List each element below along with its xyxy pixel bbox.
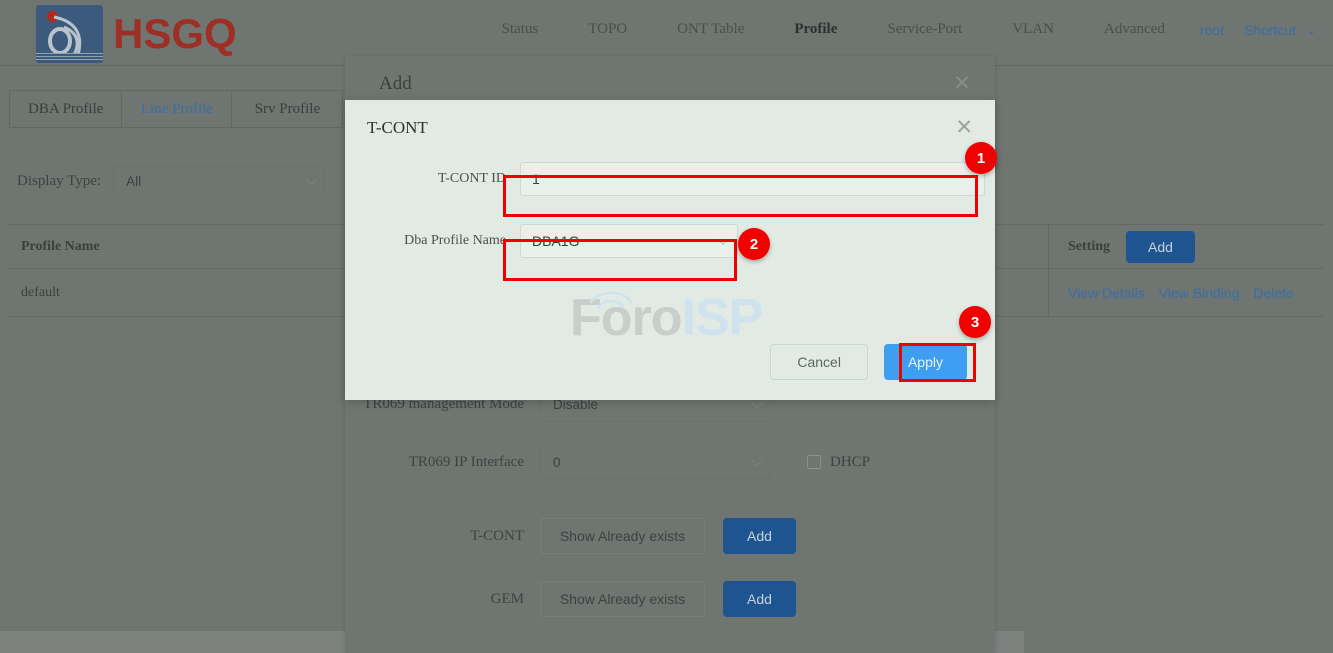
dhcp-checkbox-row[interactable]: DHCP: [807, 454, 870, 471]
brand-logo[interactable]: HSGQ: [36, 5, 237, 63]
display-type-filter: Display Type: All: [17, 166, 326, 196]
add-tcont-button[interactable]: Add: [723, 518, 796, 554]
tcont-dialog: T-CONT ✕ T-CONT ID 1 Dba Profile Name DB…: [345, 100, 995, 400]
column-header-setting: Setting: [1068, 238, 1110, 254]
tcont-id-label: T-CONT ID: [437, 171, 506, 186]
field-gem: GEM Show Already exists Add: [345, 581, 995, 617]
chevron-down-icon[interactable]: ⌄: [1306, 22, 1323, 38]
page-root: HSGQ Status TOPO ONT Table Profile Servi…: [0, 0, 1333, 653]
nav-item-vlan[interactable]: VLAN: [987, 21, 1079, 38]
apply-button[interactable]: Apply: [883, 344, 967, 380]
close-icon[interactable]: ✕: [953, 73, 971, 94]
dba-profile-label: Dba Profile Name: [404, 233, 506, 248]
tab-srv-profile[interactable]: Srv Profile: [232, 91, 342, 127]
delete-link[interactable]: Delete: [1253, 285, 1293, 301]
tcont-dialog-header: T-CONT ✕: [345, 100, 995, 155]
display-type-value: All: [126, 173, 142, 189]
nav-item-service-port[interactable]: Service-Port: [862, 21, 987, 38]
field-dba-profile-name: Dba Profile Name DBA1G: [345, 224, 995, 258]
top-navigation: Status TOPO ONT Table Profile Service-Po…: [477, 21, 1323, 38]
display-type-label: Display Type:: [17, 172, 102, 189]
nav-item-topo[interactable]: TOPO: [563, 21, 652, 38]
add-profile-button[interactable]: Add: [1126, 230, 1195, 263]
tcont-id-input[interactable]: 1: [520, 162, 985, 196]
tcont-dialog-actions: Cancel Apply: [770, 344, 967, 380]
chevron-down-icon: [717, 233, 729, 246]
user-menu-root[interactable]: root: [1190, 22, 1234, 38]
dhcp-label: DHCP: [830, 453, 871, 470]
field-label: TR069 IP Interface: [408, 453, 524, 470]
add-dialog-title: Add: [379, 72, 412, 94]
dba-profile-select[interactable]: DBA1G: [520, 224, 738, 258]
view-details-link[interactable]: View Details: [1068, 285, 1145, 301]
nav-item-status[interactable]: Status: [477, 21, 564, 38]
annotation-badge-2: 2: [738, 228, 770, 260]
tcont-show-already-exists[interactable]: Show Already exists: [540, 518, 705, 554]
annotation-badge-3: 3: [959, 306, 991, 338]
add-gem-button[interactable]: Add: [723, 581, 796, 617]
tcont-dialog-body: T-CONT ID 1 Dba Profile Name DBA1G: [345, 162, 995, 280]
hsgq-flame-logo-icon: [36, 5, 103, 63]
add-dialog-body: TR069 management Mode Disable TR069 IP I…: [345, 386, 995, 639]
swoosh-shape-icon: [48, 15, 82, 56]
field-tcont: T-CONT Show Already exists Add: [345, 518, 995, 554]
tcont-dialog-title: T-CONT: [367, 117, 428, 137]
field-label: GEM: [490, 590, 524, 607]
field-label: T-CONT: [470, 527, 524, 544]
field-tcont-id: T-CONT ID 1: [345, 162, 995, 196]
wifi-waves-icon: [589, 291, 633, 309]
shortcut-menu[interactable]: Shortcut: [1234, 22, 1306, 38]
close-icon[interactable]: ✕: [955, 117, 973, 138]
chevron-down-icon: [751, 454, 763, 467]
brand-name: HSGQ: [113, 10, 237, 57]
tab-line-profile[interactable]: Line Profile: [122, 91, 233, 127]
dhcp-checkbox[interactable]: [807, 455, 821, 469]
annotation-badge-1: 1: [965, 142, 997, 174]
display-type-select[interactable]: All: [113, 166, 326, 196]
view-binding-link[interactable]: View Binding: [1159, 285, 1240, 301]
profile-tabs: DBA Profile Line Profile Srv Profile: [9, 90, 344, 128]
nav-item-advanced[interactable]: Advanced: [1079, 21, 1190, 38]
field-tr069-ip-interface: TR069 IP Interface 0 DHCP: [345, 444, 995, 480]
tab-dba-profile[interactable]: DBA Profile: [10, 91, 123, 127]
gem-show-already-exists[interactable]: Show Already exists: [540, 581, 705, 617]
tr069-ip-interface-select[interactable]: 0: [540, 444, 771, 480]
nav-item-profile[interactable]: Profile: [769, 21, 862, 38]
nav-item-ont-table[interactable]: ONT Table: [652, 21, 769, 38]
cancel-button[interactable]: Cancel: [770, 344, 868, 380]
field-value: 0: [553, 454, 561, 470]
watermark-text-part2: ISP: [681, 289, 764, 347]
dba-profile-value: DBA1G: [532, 233, 580, 249]
chevron-down-icon: [305, 173, 317, 186]
